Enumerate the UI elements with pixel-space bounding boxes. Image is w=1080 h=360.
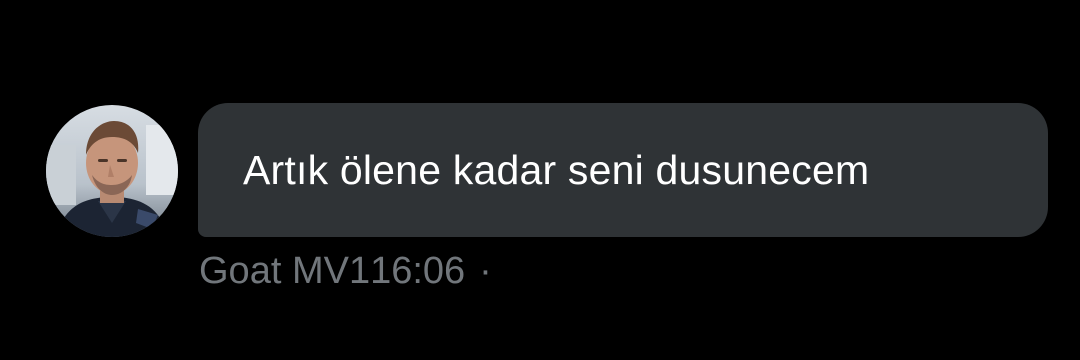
- sender-name[interactable]: Goat MV1: [199, 250, 370, 293]
- message-text: Artık ölene kadar seni dusunecem: [243, 146, 870, 193]
- meta-separator: ·: [479, 250, 492, 292]
- message-bubble[interactable]: Artık ölene kadar seni dusunecem: [198, 103, 1048, 237]
- avatar[interactable]: [46, 105, 178, 237]
- message-row: Artık ölene kadar seni dusunecem: [46, 103, 1048, 237]
- dm-conversation: Artık ölene kadar seni dusunecem Goat MV…: [0, 0, 1080, 360]
- message-meta: Goat MV1 16:06 ·: [199, 250, 492, 293]
- avatar-photo-icon: [46, 105, 178, 237]
- message-timestamp: 16:06: [370, 250, 466, 292]
